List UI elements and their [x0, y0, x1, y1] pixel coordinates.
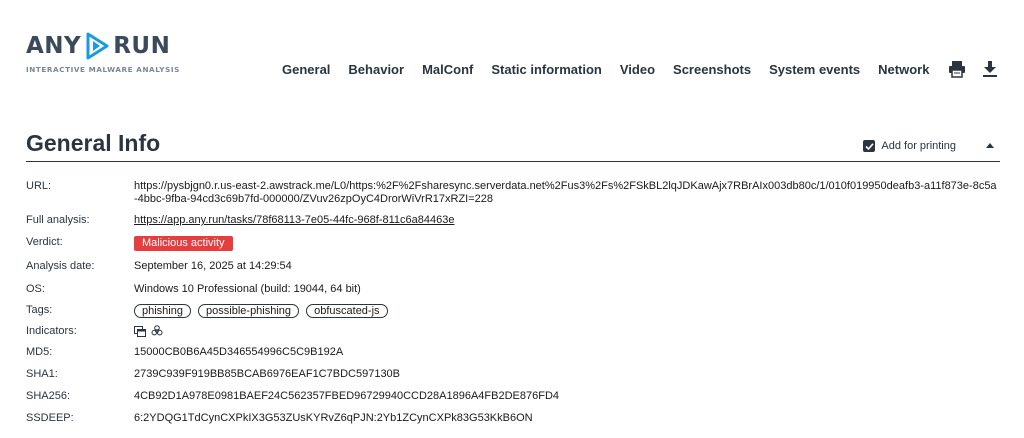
top-header: ANY RUN INTERACTIVE MALWARE ANALYSIS Gen…	[0, 0, 1024, 100]
md5-label: MD5:	[26, 346, 53, 358]
logo-tagline: INTERACTIVE MALWARE ANALYSIS	[26, 65, 180, 74]
sha1-label: SHA1:	[26, 368, 58, 380]
row-url: URL: https://pysbjgn0.r.us-east-2.awstra…	[26, 180, 1000, 214]
row-tags: Tags: phishing possible-phishing obfusca…	[26, 304, 1000, 325]
window-icon[interactable]	[134, 326, 146, 337]
nav-behavior[interactable]: Behavior	[348, 62, 404, 77]
print-checkbox[interactable]	[863, 140, 876, 152]
verdict-label: Verdict:	[26, 236, 63, 248]
logo-play-icon	[86, 32, 109, 60]
nav-static-information[interactable]: Static information	[491, 62, 602, 77]
full-analysis-label: Full analysis:	[26, 214, 90, 226]
row-sha256: SHA256: 4CB92D1A978E0981BAEF24C562357FBE…	[26, 390, 1000, 412]
row-os: OS: Windows 10 Professional (build: 1904…	[26, 283, 1000, 304]
row-sha1: SHA1: 2739C939F919BB85BCAB6976EAF1C7BDC5…	[26, 368, 1000, 390]
ssdeep-value: 6:2YDQG1TdCynCXPkIX3G53ZUsKYRvZ6qPJN:2Yb…	[134, 412, 533, 424]
download-icon[interactable]	[982, 60, 998, 78]
add-for-printing-toggle[interactable]: Add for printing	[863, 140, 956, 152]
logo-text-left: ANY	[26, 33, 82, 59]
md5-value: 15000CB0B6A45D346554996C5C9B192A	[134, 346, 344, 358]
row-full-analysis: Full analysis: https://app.any.run/tasks…	[26, 214, 1000, 236]
biohazard-icon[interactable]	[151, 325, 163, 337]
nav-general[interactable]: General	[282, 62, 330, 77]
tag-obfuscated-js[interactable]: obfuscated-js	[306, 304, 388, 318]
row-md5: MD5: 15000CB0B6A45D346554996C5C9B192A	[26, 346, 1000, 368]
logo-text-right: RUN	[113, 33, 171, 59]
full-analysis-link[interactable]: https://app.any.run/tasks/78f68113-7e05-…	[134, 214, 454, 226]
tags-label: Tags:	[26, 304, 53, 316]
sha1-value: 2739C939F919BB85BCAB6976EAF1C7BDC597130B	[134, 368, 401, 380]
sha256-label: SHA256:	[26, 390, 71, 402]
row-verdict: Verdict: Malicious activity	[26, 236, 1000, 260]
analysis-date-value: September 16, 2025 at 14:29:54	[134, 260, 292, 272]
page-title: General Info	[26, 130, 161, 156]
nav-network[interactable]: Network	[878, 62, 929, 77]
checkmark-icon	[865, 142, 874, 150]
verdict-badge: Malicious activity	[134, 236, 233, 251]
sha256-value: 4CB92D1A978E0981BAEF24C562357FBED9672994…	[134, 390, 560, 402]
nav-malconf[interactable]: MalConf	[422, 62, 473, 77]
ssdeep-label: SSDEEP:	[26, 412, 74, 424]
analysis-date-label: Analysis date:	[26, 260, 95, 272]
url-label: URL:	[26, 180, 52, 192]
row-ssdeep: SSDEEP: 6:2YDQG1TdCynCXPkIX3G53ZUsKYRvZ6…	[26, 412, 1000, 434]
general-info-table: URL: https://pysbjgn0.r.us-east-2.awstra…	[26, 180, 1000, 434]
row-analysis-date: Analysis date: September 16, 2025 at 14:…	[26, 260, 1000, 283]
general-info-header: General Info Add for printing	[26, 130, 1000, 162]
indicators-label: Indicators:	[26, 325, 77, 337]
url-value: https://pysbjgn0.r.us-east-2.awstrack.me…	[134, 180, 997, 205]
row-indicators: Indicators:	[26, 325, 1000, 346]
tag-phishing[interactable]: phishing	[134, 304, 191, 318]
nav-screenshots[interactable]: Screenshots	[673, 62, 751, 77]
anyrun-logo[interactable]: ANY RUN INTERACTIVE MALWARE ANALYSIS	[26, 30, 180, 74]
os-label: OS:	[26, 283, 45, 295]
tag-possible-phishing[interactable]: possible-phishing	[198, 304, 300, 318]
collapse-arrow-icon[interactable]	[986, 143, 994, 148]
print-label: Add for printing	[881, 140, 956, 152]
printer-icon[interactable]	[948, 60, 966, 78]
nav-system-events[interactable]: System events	[769, 62, 860, 77]
nav-video[interactable]: Video	[620, 62, 655, 77]
os-value: Windows 10 Professional (build: 19044, 6…	[134, 283, 361, 295]
main-nav: General Behavior MalConf Static informat…	[282, 62, 947, 77]
